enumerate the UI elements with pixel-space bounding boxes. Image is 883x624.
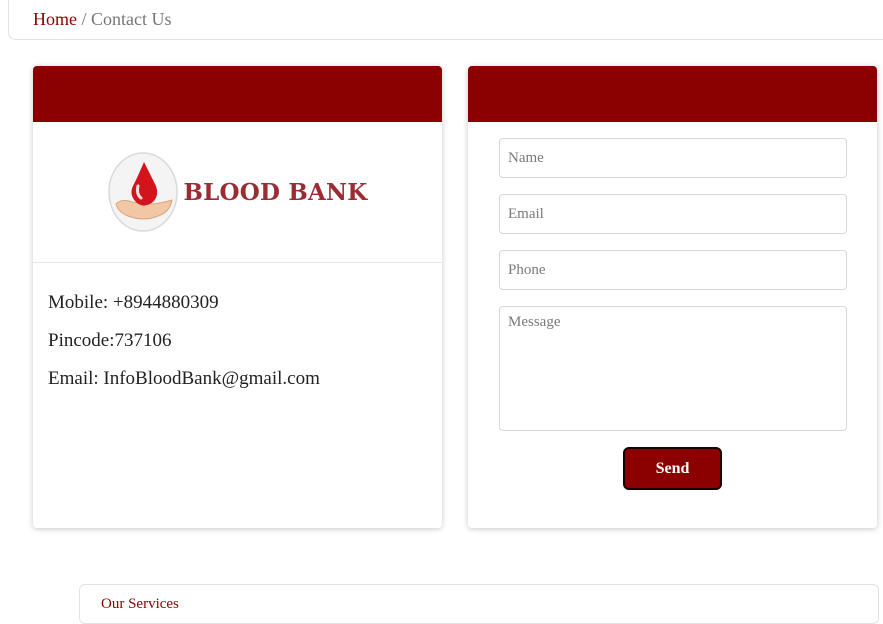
- blood-drop-hand-icon: [107, 152, 178, 232]
- breadcrumb-home-link[interactable]: Home: [33, 9, 77, 29]
- mobile-text: Mobile: +8944880309: [48, 292, 219, 313]
- contact-form-card-header: [468, 66, 877, 122]
- breadcrumb: Home / Contact Us: [33, 9, 172, 30]
- contact-form-card: Send: [468, 66, 877, 528]
- contact-info-card-header: [33, 66, 442, 122]
- message-input[interactable]: [499, 306, 847, 431]
- email-input[interactable]: [499, 194, 847, 234]
- send-button[interactable]: Send: [623, 447, 722, 490]
- contact-info-card: BLOOD BANK Mobile: +8944880309 Pincode:7…: [33, 66, 442, 528]
- contact-form: Send: [468, 122, 877, 490]
- logo-text: BLOOD BANK: [183, 178, 368, 206]
- services-title: Our Services: [101, 596, 179, 612]
- send-wrap: Send: [499, 447, 846, 490]
- name-input[interactable]: [499, 138, 847, 178]
- email-text: Email: InfoBloodBank@gmail.com: [48, 368, 320, 389]
- pincode-text: Pincode:737106: [48, 330, 172, 351]
- breadcrumb-current: Contact Us: [91, 9, 172, 29]
- contact-details: Mobile: +8944880309 Pincode:737106 Email…: [33, 263, 442, 391]
- phone-input[interactable]: [499, 250, 847, 290]
- breadcrumb-separator: /: [77, 9, 92, 29]
- services-section: Our Services: [79, 584, 879, 624]
- breadcrumb-bar: Home / Contact Us: [8, 0, 883, 40]
- logo-area: BLOOD BANK: [33, 122, 442, 263]
- blood-bank-logo: BLOOD BANK: [107, 152, 368, 232]
